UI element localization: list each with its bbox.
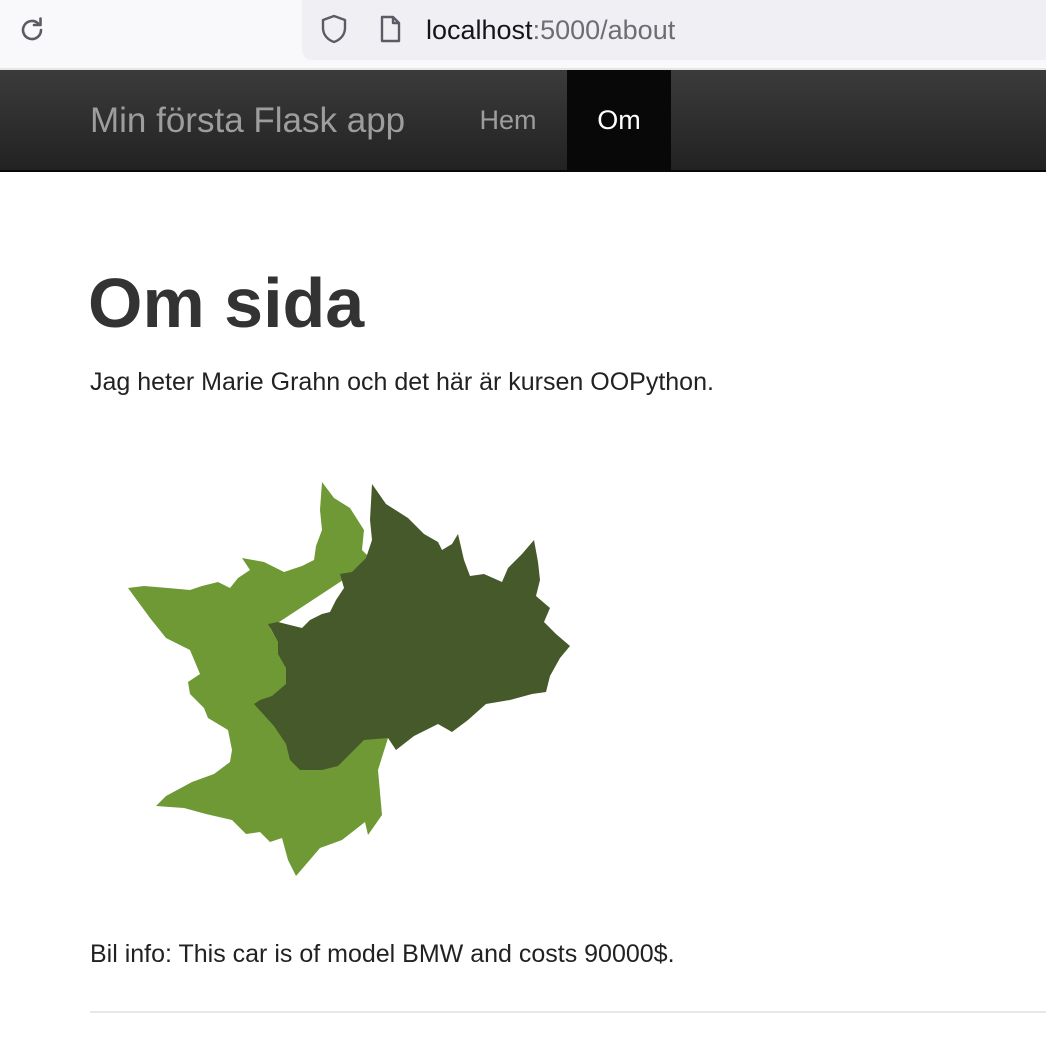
nav-item-hem[interactable]: Hem [460,70,556,170]
leaf-image [128,482,570,876]
intro-text: Jag heter Marie Grahn och det här är kur… [90,368,714,396]
url-path: :5000/about [532,15,676,45]
browser-toolbar: localhost:5000/about [0,0,1046,70]
car-info-text: Bil info: This car is of model BMW and c… [90,940,675,968]
divider [90,1011,1046,1013]
reload-icon [21,17,43,41]
page-title: Om sida [88,264,365,342]
reload-button[interactable] [14,12,50,48]
url-host: localhost [426,15,533,45]
dark-leaf-shape [254,484,570,770]
url-text[interactable]: localhost:5000/about [426,13,675,47]
navbar: Min första Flask app Hem Om [0,70,1046,172]
nav-item-om[interactable]: Om [567,70,671,170]
shield-icon[interactable] [318,13,350,45]
page-icon [374,13,406,45]
navbar-brand[interactable]: Min första Flask app [90,100,405,142]
url-bar[interactable]: localhost:5000/about [302,0,1046,60]
